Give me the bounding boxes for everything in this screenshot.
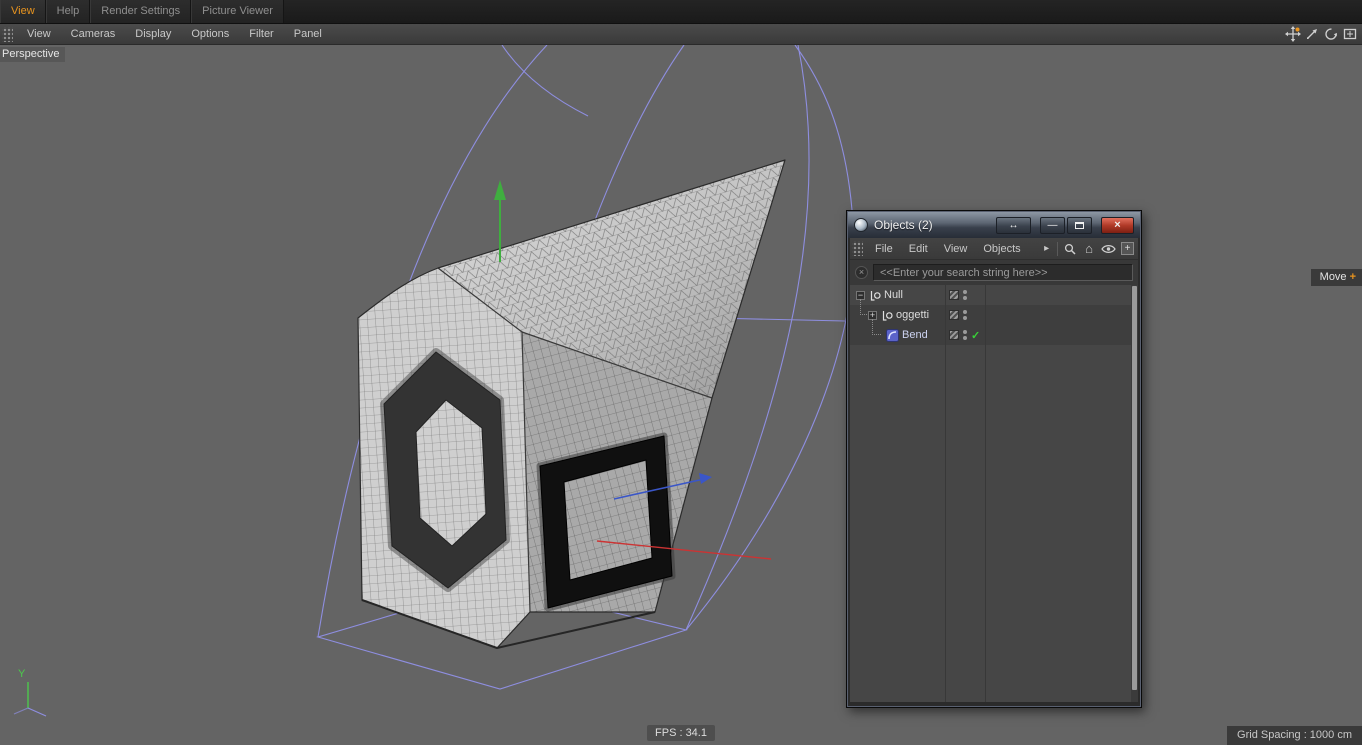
tree-row-oggetti[interactable]: + oggetti [850,305,1138,325]
pan-view-icon[interactable] [1285,26,1301,42]
scrollbar[interactable] [1131,285,1138,702]
visibility-dots-icon[interactable] [963,308,967,322]
minimize-button[interactable]: — [1040,216,1065,234]
object-label: Bend [902,329,928,341]
menu-view[interactable]: View [936,239,976,259]
viewport-canvas[interactable]: Y [0,45,1362,745]
world-axis-indicator: Y [13,668,47,717]
null-object-icon [870,290,881,301]
menu-options[interactable]: Options [181,24,239,44]
close-button[interactable]: × [1101,216,1134,234]
window-title: Objects (2) [874,218,933,232]
tab-render-settings[interactable]: Render Settings [90,0,192,23]
drag-grip-icon[interactable] [2,26,13,42]
eye-icon[interactable] [1101,243,1116,255]
camera-label[interactable]: Perspective [0,47,66,62]
search-input[interactable] [873,264,1133,281]
tree-connector [872,319,881,335]
scrollbar-thumb[interactable] [1132,286,1137,691]
visibility-dots-icon[interactable] [963,288,967,302]
menu-panel[interactable]: Panel [284,24,332,44]
tree-row-null[interactable]: − Null [850,285,1138,305]
plus-icon: + [1349,271,1356,283]
object-label: oggetti [896,309,930,321]
mesh-object [357,159,786,649]
svg-text:Y: Y [18,668,26,680]
maximize-button[interactable] [1067,216,1092,234]
menu-edit[interactable]: Edit [901,239,936,259]
layout-tab-bar: View Help Render Settings Picture Viewer [0,0,1362,24]
menu-objects[interactable]: Objects [975,239,1028,259]
menu-filter[interactable]: Filter [239,24,283,44]
layer-swatch[interactable] [949,290,959,300]
search-filter-icon[interactable] [1063,242,1077,256]
drag-grip-icon[interactable] [852,241,863,256]
tab-picture-viewer[interactable]: Picture Viewer [191,0,284,23]
grid-spacing-status: Grid Spacing : 1000 cm [1227,726,1362,745]
menu-cameras[interactable]: Cameras [61,24,126,44]
home-icon[interactable]: ⌂ [1082,241,1096,256]
objects-window-menu: File Edit View Objects ▸ ⌂ + [850,238,1138,260]
visibility-dots-icon[interactable] [963,328,967,342]
add-object-icon[interactable]: + [1121,242,1134,255]
tree-connector [860,299,867,315]
layer-swatch[interactable] [949,330,959,340]
null-object-icon [882,310,893,321]
column-divider [945,285,946,702]
viewport-menu-bar: View Cameras Display Options Filter Pane… [0,24,1362,45]
search-bar: × [850,260,1138,285]
object-tree: − Null + oggetti Bend ✓ [850,285,1138,702]
tab-view[interactable]: View [0,0,46,23]
object-label: Null [884,289,903,301]
layer-swatch[interactable] [949,310,959,320]
window-title-bar[interactable]: Objects (2) ↔ — × [848,212,1140,238]
active-tool-hint: Move + [1310,269,1362,286]
enabled-check-icon[interactable]: ✓ [971,329,980,342]
toggle-layout-icon[interactable] [1342,26,1358,42]
bend-deformer-icon [886,328,899,342]
clear-search-icon[interactable]: × [855,266,868,279]
objects-manager-window: Objects (2) ↔ — × File Edit View Objects… [846,210,1142,708]
menu-view[interactable]: View [17,24,61,44]
tree-row-bend[interactable]: Bend ✓ [850,325,1138,345]
app-icon [854,218,868,232]
rotate-view-icon[interactable] [1323,26,1339,42]
dock-window-button[interactable]: ↔ [996,216,1031,234]
tab-help[interactable]: Help [45,0,91,23]
menu-overflow-icon[interactable]: ▸ [1041,243,1052,254]
menu-file[interactable]: File [867,239,901,259]
column-divider [985,285,986,702]
menu-display[interactable]: Display [125,24,181,44]
maximize-icon [1075,221,1084,229]
zoom-view-icon[interactable] [1304,26,1320,42]
divider [1057,241,1059,256]
application-window: View Help Render Settings Picture Viewer… [0,0,1362,745]
fps-counter: FPS : 34.1 [647,725,715,741]
tool-label: Move [1319,271,1347,283]
